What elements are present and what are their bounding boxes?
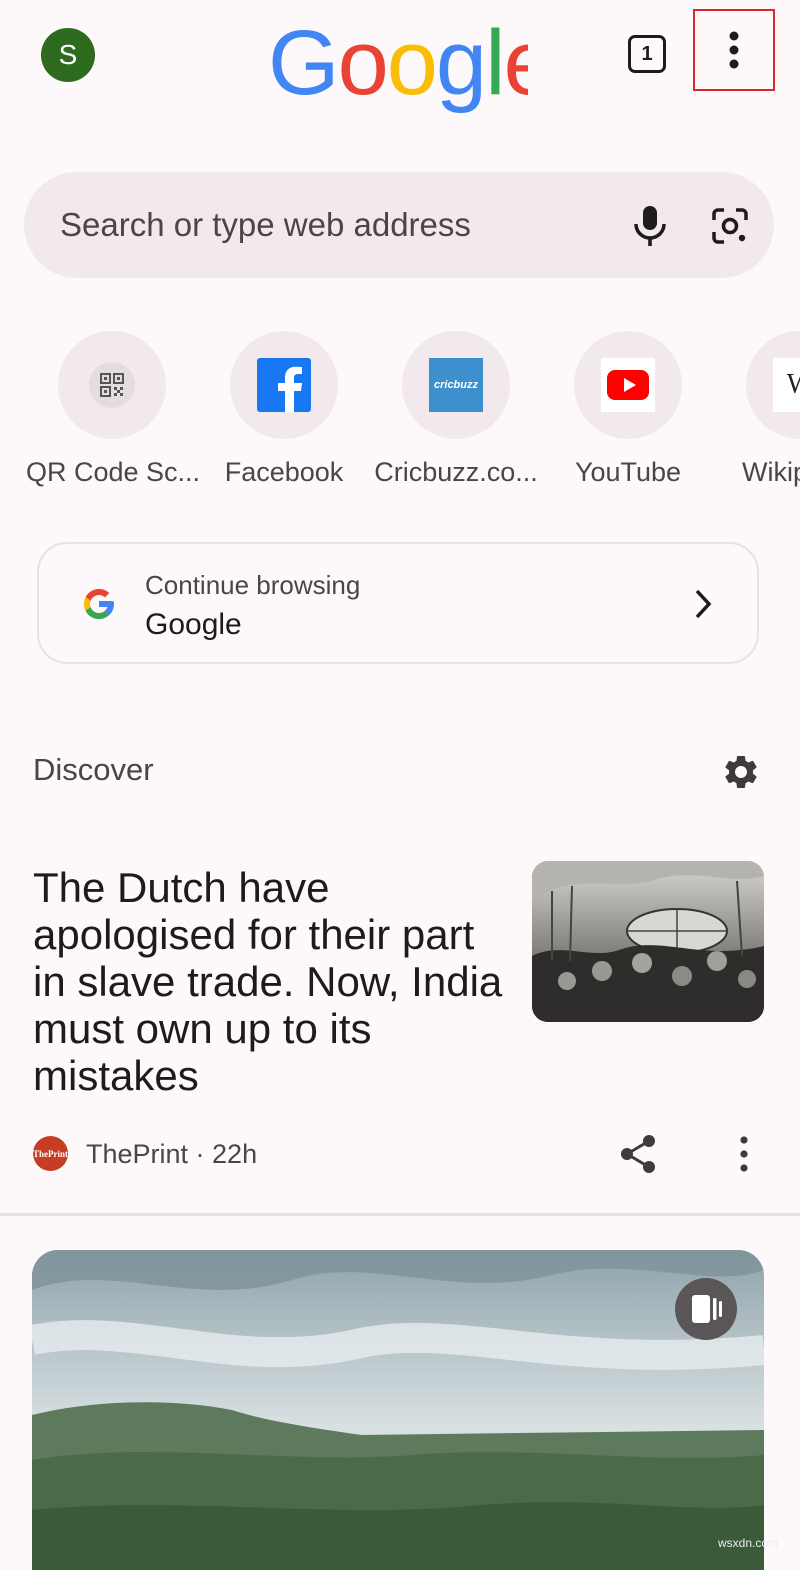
shortcut-cricbuzz[interactable]: cricbuzz Cricbuzz.co... [370, 331, 542, 488]
cricbuzz-icon: cricbuzz [429, 358, 483, 412]
shortcut-label: Facebook [224, 457, 344, 487]
wikipedia-icon: W [773, 358, 800, 412]
continue-browsing-title: Google [145, 608, 242, 641]
article-headline[interactable]: The Dutch have apologised for their part… [33, 864, 503, 1099]
shortcut-qr-code[interactable]: QR Code Sc... [26, 331, 201, 488]
publisher-meta: ThePrint · 22h [86, 1139, 258, 1169]
feed-divider [0, 1213, 800, 1216]
more-vert-icon[interactable] [734, 1134, 754, 1174]
shortcut-label: Wikip [742, 457, 800, 487]
share-icon[interactable] [619, 1134, 657, 1174]
discover-heading: Discover [33, 752, 154, 787]
facebook-icon [257, 358, 311, 412]
shortcut-wikipedia[interactable]: W Wikip [714, 331, 800, 488]
gear-icon[interactable] [721, 752, 761, 792]
story-card-image[interactable] [32, 1250, 764, 1570]
youtube-icon [607, 370, 649, 400]
qr-code-icon [100, 373, 124, 397]
chevron-right-icon [695, 589, 712, 619]
shortcut-label: QR Code Sc... [26, 457, 201, 487]
shortcut-facebook[interactable]: Facebook [198, 331, 370, 488]
web-stories-icon [692, 1295, 722, 1323]
article-thumbnail[interactable] [532, 861, 764, 1022]
web-story-button[interactable] [675, 1278, 737, 1340]
more-options-button[interactable] [693, 9, 775, 91]
google-g-icon [84, 589, 114, 619]
microphone-icon[interactable] [632, 204, 668, 248]
tab-switcher-button[interactable]: 1 [628, 35, 666, 73]
google-lens-icon[interactable] [710, 206, 750, 246]
shortcut-label: YouTube [574, 457, 682, 487]
continue-browsing-subtitle: Continue browsing [145, 570, 361, 600]
omnibox[interactable]: Search or type web address [24, 172, 774, 278]
shortcut-youtube[interactable]: YouTube [542, 331, 714, 488]
watermark: wsxdn.com [718, 1536, 779, 1550]
profile-avatar[interactable]: S [41, 28, 95, 82]
svg-text:Google: Google [268, 20, 528, 114]
shortcut-label: Cricbuzz.co... [374, 457, 538, 487]
search-input[interactable]: Search or type web address [60, 172, 471, 278]
more-vert-icon [729, 31, 739, 69]
continue-browsing-card[interactable]: Continue browsing Google [37, 542, 759, 664]
publisher-logo: ThePrint [33, 1136, 68, 1171]
google-logo: Google [268, 20, 528, 114]
